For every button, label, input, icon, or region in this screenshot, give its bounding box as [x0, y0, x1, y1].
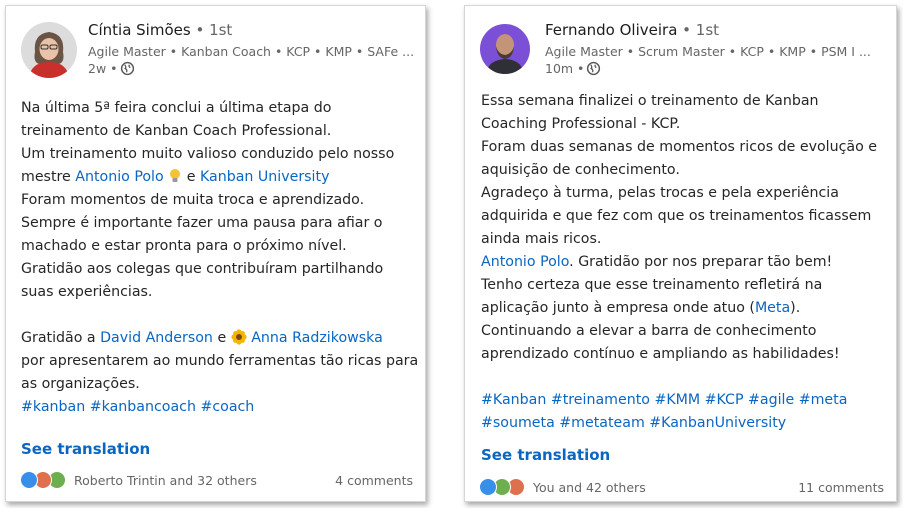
post-text-line: machado e estar pronta para o próximo ní…: [21, 235, 417, 258]
mention-link[interactable]: Antonio Polo: [481, 254, 569, 270]
see-translation-link[interactable]: See translation: [481, 446, 610, 464]
post-text-line: Sempre é importante fazer uma pausa para…: [21, 212, 417, 235]
mention-link[interactable]: David Anderson: [100, 330, 213, 346]
post-text: aquisição de conhecimento.: [481, 162, 680, 178]
post-text: mestre: [21, 169, 76, 185]
post-text: e: [182, 169, 200, 185]
post-text-line: #soumeta #metateam #KanbanUniversity: [481, 412, 888, 435]
social-counts: Roberto Trintin and 32 others 4 comments: [20, 471, 413, 493]
post-card: Fernando Oliveira • 1st Agile Master • S…: [464, 5, 897, 502]
post-text-line: aprendizado contínuo e ampliando as habi…: [481, 343, 888, 366]
post-body: Essa semana finalizei o treinamento de K…: [481, 90, 888, 435]
post-text-line: Agradeço à turma, pelas trocas e pela ex…: [481, 182, 888, 205]
connection-degree: • 1st: [190, 21, 233, 39]
post-text-line: Foram duas semanas de momentos ricos de …: [481, 136, 888, 159]
post-text: ainda mais ricos.: [481, 231, 602, 247]
post-text: Gratidão aos colegas que contribuíram pa…: [21, 261, 384, 277]
post-text: Na última 5ª feira conclui a última etap…: [21, 100, 332, 116]
post-text-line: as organizações.: [21, 373, 417, 396]
post-text-line: treinamento de Kanban Coach Professional…: [21, 120, 417, 143]
post-text: treinamento de Kanban Coach Professional…: [21, 123, 332, 139]
post-card: Cíntia Simões • 1st Agile Master • Kanba…: [5, 5, 426, 502]
post-text-line: #Kanban #treinamento #KMM #KCP #agile #m…: [481, 389, 888, 412]
comments-count[interactable]: 11 comments: [798, 480, 884, 495]
avatar[interactable]: [480, 24, 530, 74]
post-text-line: aplicação junto à empresa onde atuo (Met…: [481, 297, 888, 320]
post-text: Foram duas semanas de momentos ricos de …: [481, 139, 877, 155]
post-text-line: aquisição de conhecimento.: [481, 159, 888, 182]
mention-link[interactable]: Kanban University: [200, 169, 330, 185]
post-text-line: suas experiências.: [21, 281, 417, 304]
post-text: machado e estar pronta para o próximo ní…: [21, 238, 347, 254]
post-text: . Gratidão por nos preparar tão bem!: [569, 254, 833, 270]
reaction-icons[interactable]: [20, 471, 72, 491]
post-text-line: Gratidão a David Anderson e Anna Radziko…: [21, 327, 417, 350]
post-text-line: Antonio Polo. Gratidão por nos preparar …: [481, 251, 888, 274]
post-text-line: Coaching Professional - KCP.: [481, 113, 888, 136]
like-icon: [479, 478, 497, 496]
social-counts: You and 42 others 11 comments: [479, 478, 884, 500]
post-text-line: Essa semana finalizei o treinamento de K…: [481, 90, 888, 113]
post-text-line: Na última 5ª feira conclui a última etap…: [21, 97, 417, 120]
post-text-line: ainda mais ricos.: [481, 228, 888, 251]
post-text-line: Gratidão aos colegas que contribuíram pa…: [21, 258, 417, 281]
mention-link[interactable]: Anna Radzikowska: [251, 330, 383, 346]
post-text-line: Foram momentos de muita troca e aprendiz…: [21, 189, 417, 212]
globe-icon: [586, 61, 601, 76]
post-text: Continuando a elevar a barra de conhecim…: [481, 323, 817, 339]
post-text: adquirida e que fez com que os treinamen…: [481, 208, 872, 224]
author-name[interactable]: Fernando Oliveira: [545, 21, 677, 39]
reactions-count[interactable]: You and 42 others: [533, 480, 646, 495]
post-text: ).: [790, 300, 801, 316]
comments-count[interactable]: 4 comments: [335, 473, 413, 488]
post-text-line: Continuando a elevar a barra de conhecim…: [481, 320, 888, 343]
post-text: aplicação junto à empresa onde atuo (: [481, 300, 755, 316]
post-text: aprendizado contínuo e ampliando as habi…: [481, 346, 840, 362]
post-text-line: adquirida e que fez com que os treinamen…: [481, 205, 888, 228]
post-text: as organizações.: [21, 376, 140, 392]
post-text: Coaching Professional - KCP.: [481, 116, 681, 132]
post-header: Cíntia Simões • 1st Agile Master • Kanba…: [21, 20, 415, 90]
hashtag-links[interactable]: #soumeta #metateam #KanbanUniversity: [481, 415, 786, 431]
post-text: Sempre é importante fazer uma pausa para…: [21, 215, 383, 231]
globe-icon: [120, 61, 135, 76]
post-header: Fernando Oliveira • 1st Agile Master • S…: [480, 20, 886, 90]
reactions-count[interactable]: Roberto Trintin and 32 others: [74, 473, 257, 488]
post-text: Gratidão a: [21, 330, 101, 346]
author-name[interactable]: Cíntia Simões: [88, 21, 191, 39]
post-text: Agradeço à turma, pelas trocas e pela ex…: [481, 185, 839, 201]
post-text: Tenho certeza que esse treinamento refle…: [481, 277, 823, 293]
post-text-line: mestre Antonio Polo e Kanban University: [21, 166, 417, 189]
post-text: e: [212, 330, 231, 346]
author-meta: Cíntia Simões • 1st Agile Master • Kanba…: [88, 20, 415, 77]
hashtag-links[interactable]: #kanban #kanbancoach #coach: [21, 399, 254, 415]
post-body: Na última 5ª feira conclui a última etap…: [21, 97, 419, 419]
post-text-line: por apresentarem ao mundo ferramentas tã…: [21, 350, 419, 373]
see-translation-link[interactable]: See translation: [21, 440, 150, 458]
avatar[interactable]: [21, 22, 77, 78]
post-time: 2w •: [88, 61, 118, 76]
post-text: Um treinamento muito valioso conduzido p…: [21, 146, 395, 162]
author-headline: Agile Master • Scrum Master • KCP • KMP …: [545, 44, 871, 59]
post-text-line: Tenho certeza que esse treinamento refle…: [481, 274, 888, 297]
post-text: Essa semana finalizei o treinamento de K…: [481, 93, 819, 109]
author-meta: Fernando Oliveira • 1st Agile Master • S…: [545, 20, 886, 77]
post-text: Foram momentos de muita troca e aprendiz…: [21, 192, 365, 208]
connection-degree: • 1st: [677, 21, 720, 39]
post-text-line: Um treinamento muito valioso conduzido p…: [21, 143, 417, 166]
author-headline: Agile Master • Kanban Coach • KCP • KMP …: [88, 44, 415, 59]
reaction-icons[interactable]: [479, 478, 531, 498]
post-text: por apresentarem ao mundo ferramentas tã…: [21, 353, 419, 369]
post-text: suas experiências.: [21, 284, 153, 300]
like-icon: [20, 471, 38, 489]
post-time: 10m •: [545, 61, 585, 76]
post-text-line: #kanban #kanbancoach #coach: [21, 396, 417, 419]
mention-link[interactable]: Antonio Polo: [75, 169, 163, 185]
mention-link[interactable]: Meta: [755, 300, 790, 316]
hashtag-links[interactable]: #Kanban #treinamento #KMM #KCP #agile #m…: [481, 392, 847, 408]
